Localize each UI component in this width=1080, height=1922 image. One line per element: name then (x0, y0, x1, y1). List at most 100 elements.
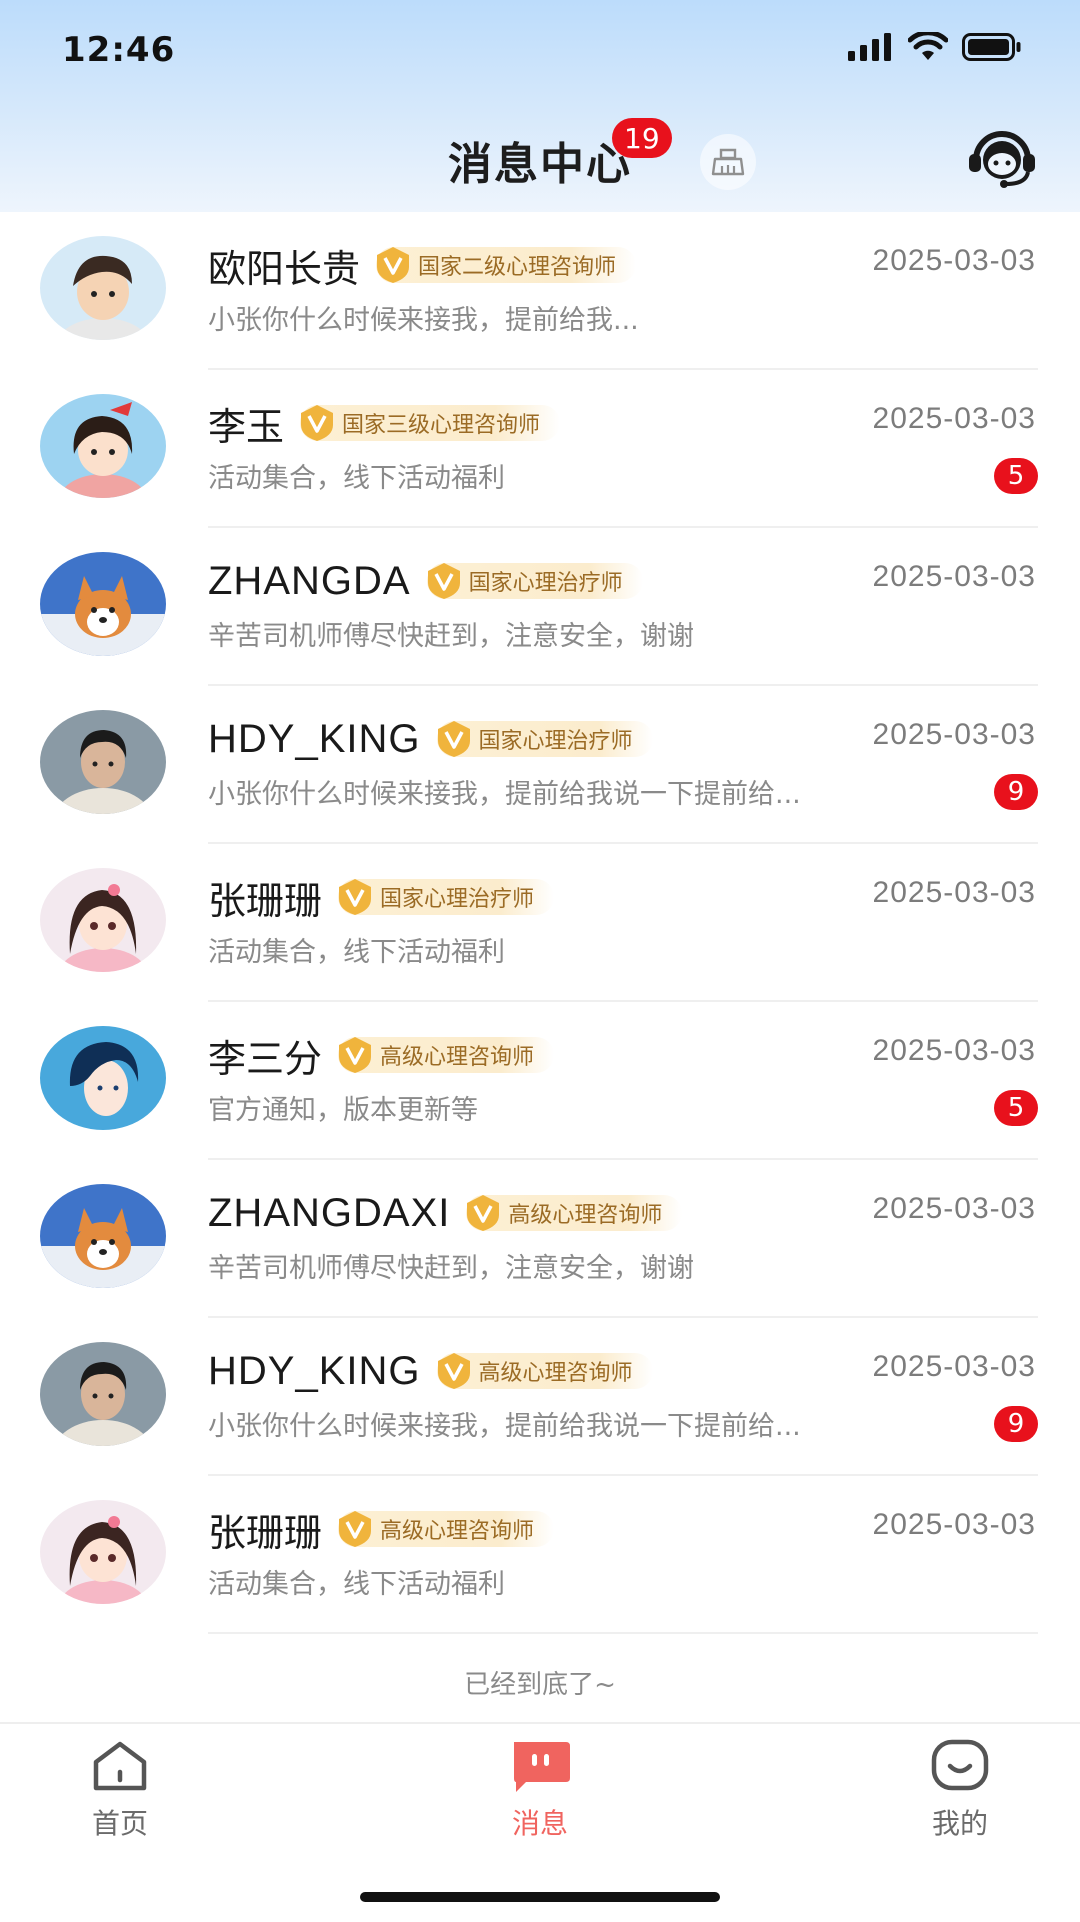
home-indicator (360, 1892, 720, 1902)
name-line: ZHANGDA 国家心理治疗师 (208, 556, 643, 606)
conversation-row[interactable]: 欧阳长贵 国家二级心理咨询师 2025-03-03 小张你什么时候来接我，提前给… (0, 212, 1080, 370)
verified-shield-icon (427, 563, 460, 599)
message-date: 2025-03-03 (872, 560, 1036, 593)
message-preview: 小张你什么时候来接我，提前给我说一下提前给... (208, 779, 801, 810)
message-preview: 辛苦司机师傅尽快赶到，注意安全，谢谢 (208, 621, 694, 652)
unread-count-badge: 9 (994, 774, 1038, 810)
verified-shield-icon (437, 721, 470, 757)
conversation-row[interactable]: 张珊珊 国家心理治疗师 2025-03-03 活动集合，线下活动福利 (0, 844, 1080, 1002)
name-line: HDY_KING 国家心理治疗师 (208, 714, 653, 764)
avatar (40, 1026, 166, 1130)
tab-profile[interactable]: 我的 (880, 1738, 1040, 1842)
name-line: ZHANGDAXI 高级心理咨询师 (208, 1188, 683, 1238)
tab-messages[interactable]: 消息 (460, 1738, 620, 1842)
contact-name: ZHANGDAXI (208, 1190, 451, 1235)
name-line: 李三分 高级心理咨询师 (208, 1030, 555, 1081)
message-date: 2025-03-03 (872, 1192, 1036, 1225)
unread-count-badge: 5 (994, 1090, 1038, 1126)
certification-tag: 国家心理治疗师 (338, 879, 555, 915)
contact-name: HDY_KING (208, 1348, 421, 1393)
avatar (40, 394, 166, 498)
verified-shield-icon (467, 1195, 500, 1231)
end-of-list-text: 已经到底了~ (464, 1670, 616, 1700)
message-icon (514, 1742, 570, 1792)
contact-name: 张珊珊 (208, 1510, 323, 1555)
tab-label: 消息 (511, 1807, 568, 1840)
customer-service-button[interactable] (966, 126, 1038, 190)
headset-icon (969, 131, 1035, 188)
message-date: 2025-03-03 (872, 1508, 1036, 1541)
status-icons (848, 32, 1022, 62)
avatar (40, 868, 166, 972)
certification-tag: 国家二级心理咨询师 (376, 247, 637, 283)
message-preview: 官方通知，版本更新等 (208, 1095, 478, 1126)
message-preview: 活动集合，线下活动福利 (208, 463, 505, 494)
message-preview: 小张你什么时候来接我，提前给我... (208, 305, 639, 336)
total-unread-badge: 19 (612, 118, 672, 158)
certification-tag: 高级心理咨询师 (466, 1195, 683, 1231)
conversation-row[interactable]: ZHANGDAXI 高级心理咨询师 2025-03-03 辛苦司机师傅尽快赶到，… (0, 1160, 1080, 1318)
verified-shield-icon (339, 879, 372, 915)
conversation-row[interactable]: ZHANGDA 国家心理治疗师 2025-03-03 辛苦司机师傅尽快赶到，注意… (0, 528, 1080, 686)
certification-tag: 国家心理治疗师 (426, 563, 643, 599)
certification-label: 高级心理咨询师 (380, 1045, 535, 1070)
message-date: 2025-03-03 (872, 876, 1036, 909)
contact-name: 欧阳长贵 (208, 246, 361, 291)
broom-icon (711, 148, 745, 176)
page-title: 消息中心 (448, 139, 632, 190)
contact-name: 李玉 (208, 404, 285, 449)
avatar (40, 236, 166, 340)
name-line: HDY_KING 高级心理咨询师 (208, 1346, 653, 1396)
certification-tag: 高级心理咨询师 (338, 1037, 555, 1073)
bottom-tab-bar: 首页 消息 我的 (0, 1722, 1080, 1922)
message-date: 2025-03-03 (872, 402, 1036, 435)
profile-icon (931, 1739, 989, 1791)
certification-label: 国家心理治疗师 (380, 887, 535, 912)
message-preview: 活动集合，线下活动福利 (208, 937, 505, 968)
verified-shield-icon (339, 1037, 372, 1073)
conversation-row[interactable]: HDY_KING 国家心理治疗师 2025-03-03 小张你什么时候来接我，提… (0, 686, 1080, 844)
conversation-row[interactable]: 李玉 国家三级心理咨询师 2025-03-03 活动集合，线下活动福利 5 (0, 370, 1080, 528)
verified-shield-icon (437, 1353, 470, 1389)
certification-tag: 高级心理咨询师 (338, 1511, 555, 1547)
avatar (40, 1342, 166, 1446)
avatar (40, 710, 166, 814)
certification-label: 高级心理咨询师 (380, 1519, 535, 1544)
verified-shield-icon (377, 247, 410, 283)
certification-label: 国家心理治疗师 (468, 571, 623, 596)
avatar (40, 1500, 166, 1604)
name-line: 张珊珊 国家心理治疗师 (208, 872, 555, 923)
conversation-row[interactable]: 李三分 高级心理咨询师 2025-03-03 官方通知，版本更新等 5 (0, 1002, 1080, 1160)
unread-count-badge: 5 (994, 458, 1038, 494)
contact-name: ZHANGDA (208, 558, 411, 603)
message-date: 2025-03-03 (872, 718, 1036, 751)
title-wrap: 消息中心 (0, 128, 1080, 192)
contact-name: 李三分 (208, 1036, 323, 1081)
verified-shield-icon (301, 405, 334, 441)
contact-name: HDY_KING (208, 716, 421, 761)
conversation-row[interactable]: HDY_KING 高级心理咨询师 2025-03-03 小张你什么时候来接我，提… (0, 1318, 1080, 1476)
clear-unread-button[interactable] (700, 134, 756, 190)
message-date: 2025-03-03 (872, 1034, 1036, 1067)
divider (208, 1632, 1038, 1634)
name-line: 欧阳长贵 国家二级心理咨询师 (208, 240, 637, 291)
verified-shield-icon (339, 1511, 372, 1547)
conversation-row[interactable]: 张珊珊 高级心理咨询师 2025-03-03 活动集合，线下活动福利 (0, 1476, 1080, 1634)
certification-label: 国家心理治疗师 (478, 729, 633, 754)
tab-label: 首页 (91, 1807, 148, 1840)
tab-home[interactable]: 首页 (40, 1738, 200, 1842)
message-date: 2025-03-03 (872, 244, 1036, 277)
certification-label: 国家三级心理咨询师 (342, 413, 541, 438)
tab-label: 我的 (931, 1807, 988, 1840)
battery-icon (962, 33, 1021, 61)
certification-tag: 国家心理治疗师 (436, 721, 653, 757)
certification-tag: 高级心理咨询师 (436, 1353, 653, 1389)
wifi-icon (908, 32, 948, 60)
avatar (40, 552, 166, 656)
certification-tag: 国家三级心理咨询师 (300, 405, 561, 441)
conversation-list: 欧阳长贵 国家二级心理咨询师 2025-03-03 小张你什么时候来接我，提前给… (0, 212, 1080, 1634)
status-time: 12:46 (62, 30, 176, 70)
avatar (40, 1184, 166, 1288)
unread-count-badge: 9 (994, 1406, 1038, 1442)
message-preview: 辛苦司机师傅尽快赶到，注意安全，谢谢 (208, 1253, 694, 1284)
